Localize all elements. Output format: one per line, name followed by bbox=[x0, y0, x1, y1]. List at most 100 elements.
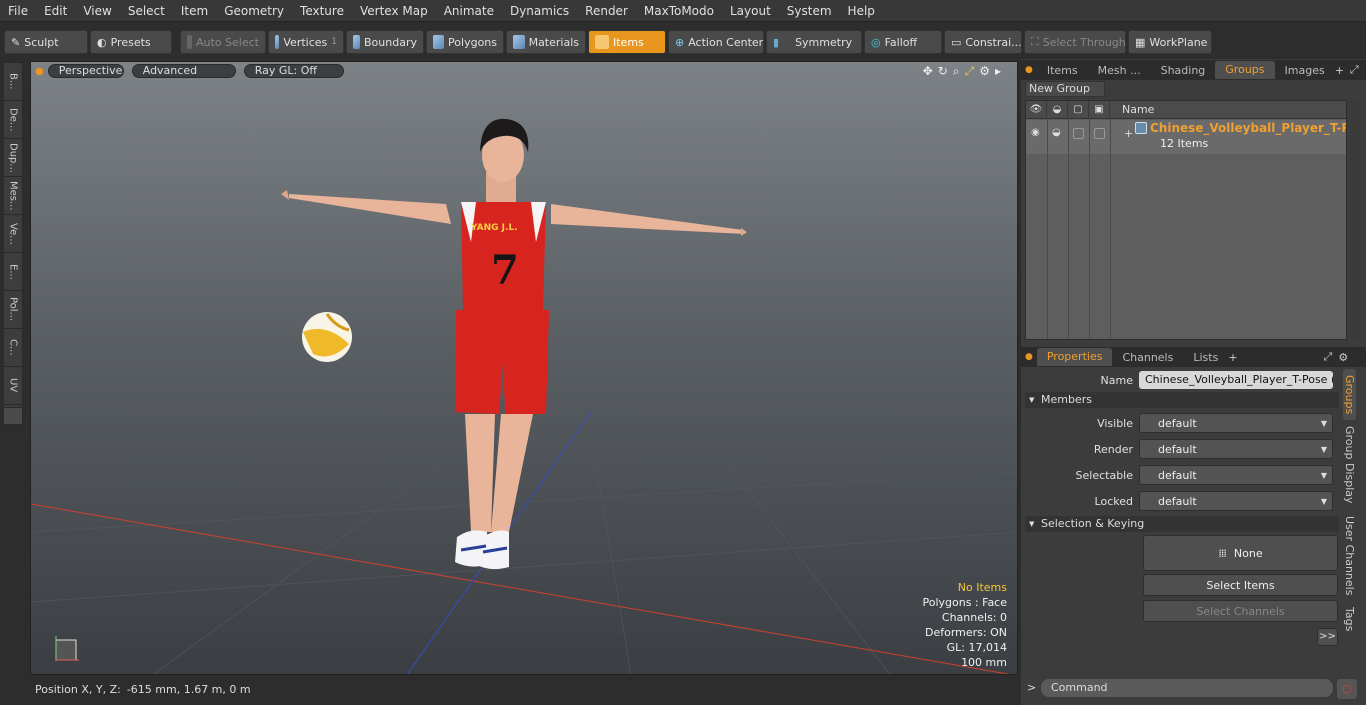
materials-button[interactable]: Materials bbox=[506, 30, 586, 54]
presets-button[interactable]: ◐ Presets bbox=[90, 30, 172, 54]
menu-texture[interactable]: Texture bbox=[292, 4, 352, 18]
left-tab-polygon[interactable]: Pol... bbox=[4, 291, 22, 329]
gear-icon-2[interactable]: ⚙ bbox=[1338, 351, 1348, 364]
groups-list: 👁 ◒ ▢ ▣ Name ◉ ◒ + Chinese_Volleyball_Pl… bbox=[1025, 100, 1347, 340]
select-through-button[interactable]: ⛶ Select Through bbox=[1024, 30, 1126, 54]
command-input[interactable]: Command bbox=[1041, 679, 1333, 697]
render-icon[interactable]: ◒ bbox=[1047, 100, 1068, 119]
record-icon[interactable]: ○ bbox=[1337, 679, 1357, 699]
menu-maxtomodo[interactable]: MaxToModo bbox=[636, 4, 722, 18]
add-prop-tab-icon[interactable]: + bbox=[1228, 351, 1237, 364]
left-tab-vertex[interactable]: Ve... bbox=[4, 215, 22, 253]
workplane-button[interactable]: ▦ WorkPlane bbox=[1128, 30, 1212, 54]
row-eye-icon[interactable]: ◉ bbox=[1031, 127, 1040, 138]
auto-select-button[interactable]: Auto Select bbox=[180, 30, 266, 54]
volleyball-model[interactable] bbox=[302, 312, 352, 362]
raygl-dropdown[interactable]: Ray GL: Off bbox=[243, 64, 344, 78]
row-lock-checkbox[interactable] bbox=[1094, 128, 1105, 139]
lock-cube-icon[interactable]: ▣ bbox=[1089, 100, 1110, 119]
select-through-icon: ⛶ bbox=[1031, 35, 1039, 48]
group-name[interactable]: Chinese_Volleyball_Player_T-Po... bbox=[1150, 121, 1346, 135]
menu-dynamics[interactable]: Dynamics bbox=[502, 4, 577, 18]
render-dropdown[interactable]: default bbox=[1139, 439, 1333, 459]
menu-layout[interactable]: Layout bbox=[722, 4, 779, 18]
view-type-dropdown[interactable]: Perspective bbox=[47, 64, 124, 78]
falloff-button[interactable]: ◎ Falloff bbox=[864, 30, 942, 54]
expand-plus-icon[interactable]: + bbox=[1124, 127, 1133, 140]
selectable-label: Selectable bbox=[1075, 468, 1133, 482]
add-tab-icon[interactable]: + bbox=[1335, 64, 1344, 77]
3d-viewport[interactable]: YANG J.L. 7 ● Perspective Advanced Ray G… bbox=[30, 61, 1018, 675]
vertices-button[interactable]: Vertices 1 bbox=[268, 30, 344, 54]
row-render-icon[interactable]: ◒ bbox=[1052, 127, 1061, 138]
hud-polygons: Polygons : Face bbox=[922, 596, 1007, 609]
select-items-button[interactable]: Select Items bbox=[1143, 574, 1338, 596]
menu-item[interactable]: Item bbox=[173, 4, 216, 18]
row-select-checkbox[interactable] bbox=[1073, 128, 1084, 139]
menu-edit[interactable]: Edit bbox=[36, 4, 75, 18]
tab-shading[interactable]: Shading bbox=[1151, 64, 1216, 77]
menu-help[interactable]: Help bbox=[840, 4, 883, 18]
tab-properties[interactable]: Properties bbox=[1036, 348, 1113, 366]
none-button[interactable]: ⁞⁞⁞ None bbox=[1143, 535, 1338, 571]
polygons-button[interactable]: Polygons bbox=[426, 30, 504, 54]
zoom-icon[interactable]: ⌕ bbox=[953, 64, 960, 79]
more-button[interactable]: >> bbox=[1317, 628, 1338, 646]
left-tab-edge[interactable]: E... bbox=[4, 253, 22, 291]
side-tab-tags[interactable]: Tags bbox=[1343, 601, 1356, 637]
name-input[interactable]: Chinese_Volleyball_Player_T-Pose (3) bbox=[1139, 371, 1333, 389]
left-tab-curve[interactable]: C... bbox=[4, 329, 22, 367]
hud-items: No Items bbox=[957, 581, 1007, 594]
items-button[interactable]: Items bbox=[588, 30, 666, 54]
left-tab-deform[interactable]: De... bbox=[4, 101, 22, 139]
tab-mesh[interactable]: Mesh ... bbox=[1088, 64, 1151, 77]
side-tab-group-display[interactable]: Group Display bbox=[1343, 420, 1356, 510]
select-channels-button[interactable]: Select Channels bbox=[1143, 600, 1338, 622]
left-tab-duplicate[interactable]: Dup... bbox=[4, 139, 22, 177]
select-cube-icon[interactable]: ▢ bbox=[1068, 100, 1089, 119]
members-section[interactable]: Members bbox=[1025, 392, 1339, 408]
menu-animate[interactable]: Animate bbox=[436, 4, 502, 18]
side-tab-user-channels[interactable]: User Channels bbox=[1343, 510, 1356, 601]
left-tab-mesh-edit[interactable]: Mes... bbox=[4, 177, 22, 215]
name-column-header: Name bbox=[1122, 103, 1155, 116]
gear-icon[interactable]: ⚙ bbox=[979, 64, 990, 79]
symmetry-button[interactable]: ▮ Symmetry bbox=[766, 30, 862, 54]
visibility-eye-icon[interactable]: 👁 bbox=[1026, 100, 1047, 119]
list-scrollbar[interactable] bbox=[1351, 100, 1361, 340]
action-center-button[interactable]: ⊕ Action Center bbox=[668, 30, 764, 54]
sculpt-button[interactable]: ✎ Sculpt bbox=[4, 30, 88, 54]
visible-dropdown[interactable]: default bbox=[1139, 413, 1333, 433]
locked-dropdown[interactable]: default bbox=[1139, 491, 1333, 511]
menu-file[interactable]: File bbox=[0, 4, 36, 18]
selectable-dropdown[interactable]: default bbox=[1139, 465, 1333, 485]
boundary-button[interactable]: Boundary bbox=[346, 30, 424, 54]
pan-icon[interactable]: ✥ bbox=[923, 64, 933, 79]
left-tab-basic[interactable]: B... bbox=[4, 63, 22, 101]
play-arrow-icon[interactable]: ▸ bbox=[995, 64, 1001, 79]
tab-lists[interactable]: Lists bbox=[1183, 351, 1228, 364]
maximize-icon[interactable]: ⤢ bbox=[965, 64, 975, 79]
menu-bar: File Edit View Select Item Geometry Text… bbox=[0, 0, 1366, 22]
menu-select[interactable]: Select bbox=[120, 4, 173, 18]
tab-groups[interactable]: Groups bbox=[1215, 61, 1275, 79]
menu-geometry[interactable]: Geometry bbox=[216, 4, 292, 18]
menu-system[interactable]: System bbox=[779, 4, 840, 18]
menu-vertex-map[interactable]: Vertex Map bbox=[352, 4, 436, 18]
constraints-button[interactable]: ▭ Constrai... bbox=[944, 30, 1022, 54]
rotate-icon[interactable]: ↻ bbox=[938, 64, 948, 79]
menu-render[interactable]: Render bbox=[577, 4, 636, 18]
expand-icon-2[interactable]: ⤢ bbox=[1324, 350, 1333, 364]
tab-images[interactable]: Images bbox=[1275, 64, 1335, 77]
left-tab-fusion[interactable] bbox=[3, 407, 23, 425]
tab-items[interactable]: Items bbox=[1037, 64, 1088, 77]
viewport-menu-dot-icon[interactable]: ● bbox=[35, 66, 44, 77]
tab-channels[interactable]: Channels bbox=[1112, 351, 1183, 364]
shading-dropdown[interactable]: Advanced bbox=[131, 64, 236, 78]
expand-icon[interactable]: ⤢ bbox=[1350, 63, 1359, 77]
side-tab-groups[interactable]: Groups bbox=[1343, 369, 1356, 421]
selection-keying-section[interactable]: Selection & Keying bbox=[1025, 516, 1339, 532]
new-group-button[interactable]: New Group bbox=[1025, 81, 1105, 97]
menu-view[interactable]: View bbox=[75, 4, 119, 18]
left-tab-uv[interactable]: UV bbox=[4, 367, 22, 405]
